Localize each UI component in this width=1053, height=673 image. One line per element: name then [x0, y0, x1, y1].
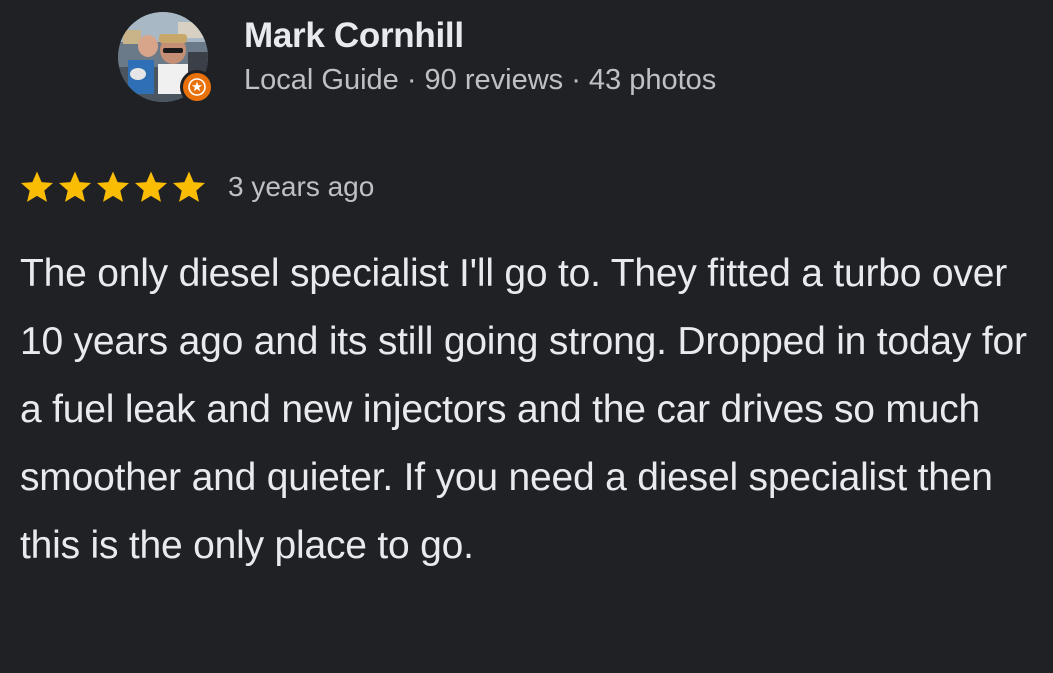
star-icon: [173, 171, 205, 202]
star-rating: [18, 168, 208, 206]
reviewer-name[interactable]: Mark Cornhill: [244, 14, 716, 58]
rating-row: 3 years ago: [18, 168, 374, 206]
local-guide-badge: [180, 70, 214, 104]
reviewer-info: Mark Cornhill Local Guide · 90 reviews ·…: [244, 14, 716, 100]
reviewer-header[interactable]: Mark Cornhill Local Guide · 90 reviews ·…: [118, 12, 716, 104]
star-icon: [21, 171, 53, 202]
reviewer-meta: Local Guide · 90 reviews · 43 photos: [244, 64, 717, 96]
local-guide-star-icon: [188, 78, 206, 96]
review-card: Mark Cornhill Local Guide · 90 reviews ·…: [0, 0, 1053, 673]
star-icon: [59, 171, 91, 202]
star-icon: [135, 171, 167, 202]
avatar-container[interactable]: [118, 12, 214, 104]
star-icon: [97, 171, 129, 202]
review-time: 3 years ago: [228, 171, 375, 202]
review-text: The only diesel specialist I'll go to. T…: [20, 252, 1027, 567]
